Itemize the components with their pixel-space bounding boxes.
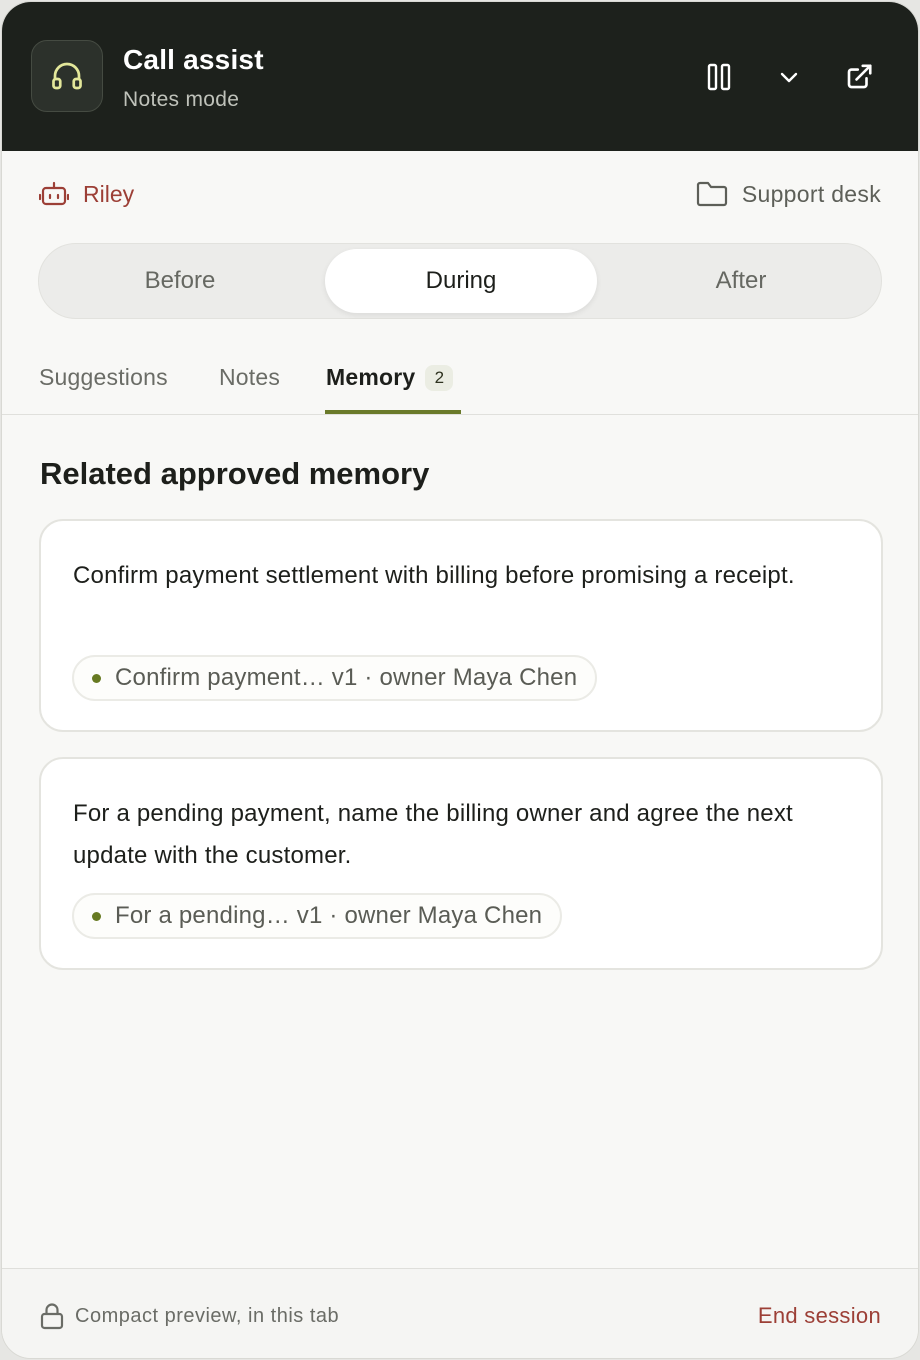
phase-before[interactable]: Before	[44, 249, 316, 313]
tab-notes[interactable]: Notes	[219, 364, 280, 415]
mode-subtitle: Notes mode	[123, 88, 240, 111]
memory-source-label: For a pending… v1 · owner Maya Chen	[115, 902, 543, 929]
status-dot	[92, 911, 101, 921]
desk-indicator: Support desk	[696, 180, 881, 208]
tab-memory[interactable]: Memory 2	[326, 364, 454, 415]
phase-selector: Before During After	[38, 243, 882, 319]
memory-source-chip[interactable]: Confirm payment… v1 · owner Maya Chen	[72, 655, 598, 701]
phase-during[interactable]: During	[325, 249, 597, 313]
collapse-button[interactable]	[766, 54, 812, 100]
pause-icon	[707, 63, 731, 91]
memory-source-label: Confirm payment… v1 · owner Maya Chen	[115, 664, 578, 691]
phase-after[interactable]: After	[605, 249, 877, 313]
footer: Compact preview, in this tab End session	[2, 1268, 918, 1358]
desk-name: Support desk	[741, 180, 881, 207]
bot-icon	[39, 181, 69, 206]
status-dot	[92, 673, 101, 683]
pop-out-button[interactable]	[836, 54, 882, 100]
agent-indicator: Riley	[39, 180, 134, 208]
folder-icon	[696, 181, 727, 207]
app-title: Call assist	[123, 44, 264, 75]
pause-button[interactable]	[696, 54, 742, 100]
memory-card-text: Confirm payment settlement with billing …	[73, 562, 795, 589]
chevron-down-icon	[780, 72, 798, 83]
memory-card[interactable]: Confirm payment settlement with billing …	[39, 519, 883, 732]
external-link-icon	[847, 64, 872, 89]
tab-memory-label: Memory	[326, 364, 416, 390]
memory-card[interactable]: For a pending payment, name the billing …	[39, 757, 883, 970]
active-tab-indicator	[325, 410, 461, 414]
lock-icon	[40, 1303, 64, 1330]
end-session-button[interactable]: End session	[758, 1303, 881, 1329]
agent-name: Riley	[83, 180, 135, 207]
header: Call assist Notes mode	[2, 2, 918, 151]
section-title: Related approved memory	[40, 456, 430, 491]
tab-bar: Suggestions Notes Memory 2	[2, 342, 918, 415]
tab-suggestions[interactable]: Suggestions	[39, 364, 168, 415]
memory-source-chip[interactable]: For a pending… v1 · owner Maya Chen	[72, 893, 563, 939]
preview-status: Compact preview, in this tab	[75, 1305, 340, 1327]
headphones-icon	[31, 40, 103, 112]
memory-count-badge: 2	[425, 365, 454, 391]
memory-card-text: For a pending payment, name the billing …	[73, 800, 793, 869]
call-assist-panel: Call assist Notes mode Riley Support des…	[1, 1, 919, 1359]
